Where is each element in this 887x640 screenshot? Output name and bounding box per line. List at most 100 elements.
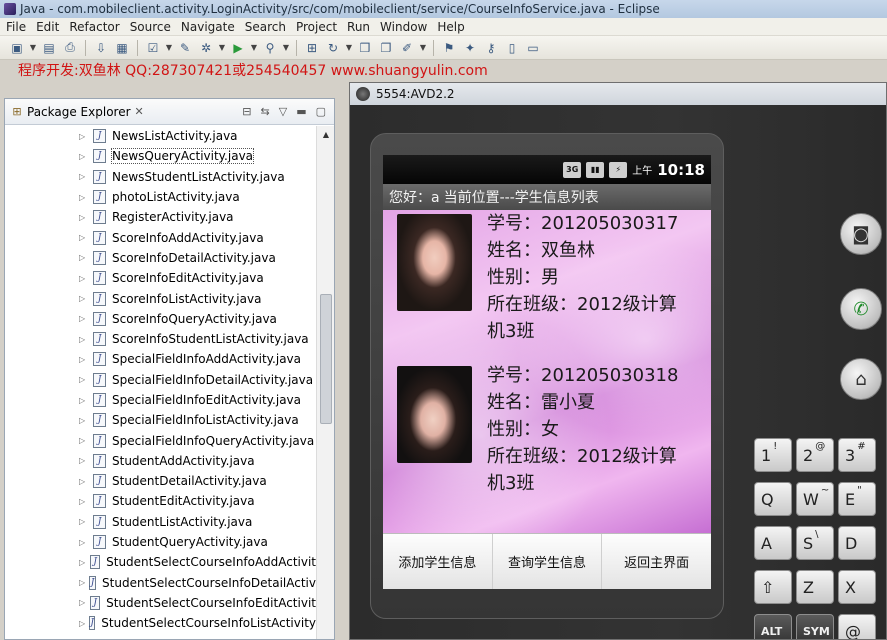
keyboard-key[interactable]: Z	[796, 570, 834, 604]
tree-item-java-file[interactable]: ▷ J ScoreInfoDetailActivity.java	[5, 248, 316, 268]
tree-item-java-file[interactable]: ▷ J StudentSelectCourseInfoAddActivit	[5, 552, 316, 572]
expand-arrow-icon[interactable]: ▷	[79, 233, 89, 242]
keyboard-key[interactable]: W ~	[796, 482, 834, 516]
refresh-icon[interactable]: ↻	[324, 39, 342, 57]
expand-arrow-icon[interactable]: ▷	[79, 213, 89, 222]
expand-arrow-icon[interactable]: ▷	[79, 375, 89, 384]
expand-arrow-icon[interactable]: ▷	[79, 578, 85, 587]
pencil-icon[interactable]: ✐	[398, 39, 416, 57]
expand-arrow-icon[interactable]: ▷	[79, 456, 89, 465]
tree-item-java-file[interactable]: ▷ J ScoreInfoListActivity.java	[5, 288, 316, 308]
folder-icon[interactable]: ❒	[356, 39, 374, 57]
tree-item-java-file[interactable]: ▷ J StudentEditActivity.java	[5, 491, 316, 511]
student-list-item[interactable]: 学号：201205030318 姓名：雷小夏 性别：女 所在班级：2012级计算…	[383, 362, 711, 512]
tree-item-java-file[interactable]: ▷ J NewsQueryActivity.java	[5, 146, 316, 166]
tree-item-java-file[interactable]: ▷ J StudentSelectCourseInfoListActivity	[5, 613, 316, 633]
expand-arrow-icon[interactable]: ▷	[79, 396, 89, 405]
keyboard-key[interactable]: D	[838, 526, 876, 560]
expand-arrow-icon[interactable]: ▷	[79, 416, 89, 425]
expand-arrow-icon[interactable]: ▷	[79, 132, 89, 141]
view-menu-icon[interactable]: ▽	[279, 105, 287, 118]
tree-item-java-file[interactable]: ▷ J ScoreInfoStudentListActivity.java	[5, 329, 316, 349]
menu-source[interactable]: Source	[128, 20, 179, 34]
menu-project[interactable]: Project	[294, 20, 345, 34]
keyboard-key[interactable]: 3 #	[838, 438, 876, 472]
expand-arrow-icon[interactable]: ▷	[79, 517, 89, 526]
pin-icon[interactable]: ⚑	[440, 39, 458, 57]
collapse-all-icon[interactable]: ⊟	[242, 105, 251, 118]
menu-edit[interactable]: Edit	[34, 20, 67, 34]
menu-run[interactable]: Run	[345, 20, 378, 34]
home-button[interactable]: ⌂	[840, 358, 882, 400]
expand-arrow-icon[interactable]: ▷	[79, 558, 86, 567]
menu-navigate[interactable]: Navigate	[179, 20, 243, 34]
tree-item-java-file[interactable]: ▷ JphotoListActivity.java	[5, 187, 316, 207]
menu-file[interactable]: File	[4, 20, 34, 34]
tree-item-java-file[interactable]: ▷ J StudentListActivity.java	[5, 512, 316, 532]
grid-icon[interactable]: ⊞	[303, 39, 321, 57]
tree-item-java-file[interactable]: ▷ J StudentQueryActivity.java	[5, 532, 316, 552]
package-explorer-title[interactable]: Package Explorer	[27, 105, 131, 119]
chevron-down-icon[interactable]: ▼	[218, 43, 226, 52]
menu-search[interactable]: Search	[243, 20, 294, 34]
expand-arrow-icon[interactable]: ▷	[79, 172, 89, 181]
tree-item-java-file[interactable]: ▷ J NewsStudentListActivity.java	[5, 167, 316, 187]
expand-arrow-icon[interactable]: ▷	[79, 436, 89, 445]
external-tools-icon[interactable]: ⇩	[92, 39, 110, 57]
camera-button[interactable]: ◙	[840, 213, 882, 255]
keyboard-key[interactable]: 1!	[754, 438, 792, 472]
expand-arrow-icon[interactable]: ▷	[79, 294, 89, 303]
chevron-down-icon[interactable]: ▼	[250, 43, 258, 52]
student-list-item[interactable]: 学号：201205030317 姓名：双鱼林 性别：男 所在班级：2012级计算…	[383, 210, 711, 360]
tree-item-java-file[interactable]: ▷ J ScoreInfoEditActivity.java	[5, 268, 316, 288]
keyboard-key[interactable]: 2 @	[796, 438, 834, 472]
keyboard-key[interactable]: X	[838, 570, 876, 604]
tree-item-java-file[interactable]: ▷ J RegisterActivity.java	[5, 207, 316, 227]
expand-arrow-icon[interactable]: ▷	[79, 598, 86, 607]
window-icon[interactable]: ▭	[524, 39, 542, 57]
tree-item-java-file[interactable]: ▷ J SpecialFieldInfoQueryActivity.java	[5, 430, 316, 450]
chevron-down-icon[interactable]: ▼	[29, 43, 37, 52]
expand-arrow-icon[interactable]: ▷	[79, 477, 89, 486]
keyboard-key[interactable]: S \	[796, 526, 834, 560]
search-icon[interactable]: ⚲	[261, 39, 279, 57]
print-icon[interactable]: ⎙	[61, 39, 79, 57]
tree-item-java-file[interactable]: ▷ J SpecialFieldInfoAddActivity.java	[5, 349, 316, 369]
scrollbar-thumb[interactable]	[320, 294, 332, 424]
tree-item-java-file[interactable]: ▷ J StudentAddActivity.java	[5, 451, 316, 471]
tree-item-java-file[interactable]: ▷ J StudentDetailActivity.java	[5, 471, 316, 491]
tree-item-java-file[interactable]: ▷ J NewsListActivity.java	[5, 126, 316, 146]
expand-arrow-icon[interactable]: ▷	[79, 497, 89, 506]
chevron-down-icon[interactable]: ▼	[165, 43, 173, 52]
tree-item-java-file[interactable]: ▷ J StudentSelectCourseInfoDetailActiv	[5, 573, 316, 593]
query-student-button[interactable]: 查询学生信息	[493, 534, 603, 589]
menu-window[interactable]: Window	[378, 20, 435, 34]
expand-arrow-icon[interactable]: ▷	[79, 355, 89, 364]
document-icon[interactable]: ▯	[503, 39, 521, 57]
chevron-down-icon[interactable]: ▼	[419, 43, 427, 52]
tree-item-java-file[interactable]: ▷ J SpecialFieldInfoEditActivity.java	[5, 390, 316, 410]
keyboard-key[interactable]: @	[838, 614, 876, 639]
package-tree-scrollbar[interactable]: ▲	[316, 126, 334, 639]
close-icon[interactable]: ✕	[135, 105, 144, 118]
menu-help[interactable]: Help	[435, 20, 472, 34]
tree-item-java-file[interactable]: ▷ J SpecialFieldInfoListActivity.java	[5, 410, 316, 430]
expand-arrow-icon[interactable]: ▷	[79, 253, 89, 262]
save-icon[interactable]: ▤	[40, 39, 58, 57]
keyboard-key[interactable]: ALT	[754, 614, 792, 639]
menu-refactor[interactable]: Refactor	[67, 20, 127, 34]
open-folder-icon[interactable]: ❐	[377, 39, 395, 57]
scroll-up-icon[interactable]: ▲	[317, 126, 335, 142]
key-icon[interactable]: ⚷	[482, 39, 500, 57]
tree-item-java-file[interactable]: ▷ J StudentSelectCourseInfoEditActivit	[5, 593, 316, 613]
checkbox-icon[interactable]: ☑	[144, 39, 162, 57]
expand-arrow-icon[interactable]: ▷	[79, 193, 89, 202]
expand-arrow-icon[interactable]: ▷	[79, 314, 89, 323]
expand-arrow-icon[interactable]: ▷	[79, 335, 89, 344]
tree-item-java-file[interactable]: ▷ J SpecialFieldInfoDetailActivity.java	[5, 370, 316, 390]
expand-arrow-icon[interactable]: ▷	[79, 274, 89, 283]
expand-arrow-icon[interactable]: ▷	[79, 152, 89, 161]
android-icon[interactable]: ▦	[113, 39, 131, 57]
keyboard-key[interactable]: E "	[838, 482, 876, 516]
keyboard-key[interactable]: SYM	[796, 614, 834, 639]
